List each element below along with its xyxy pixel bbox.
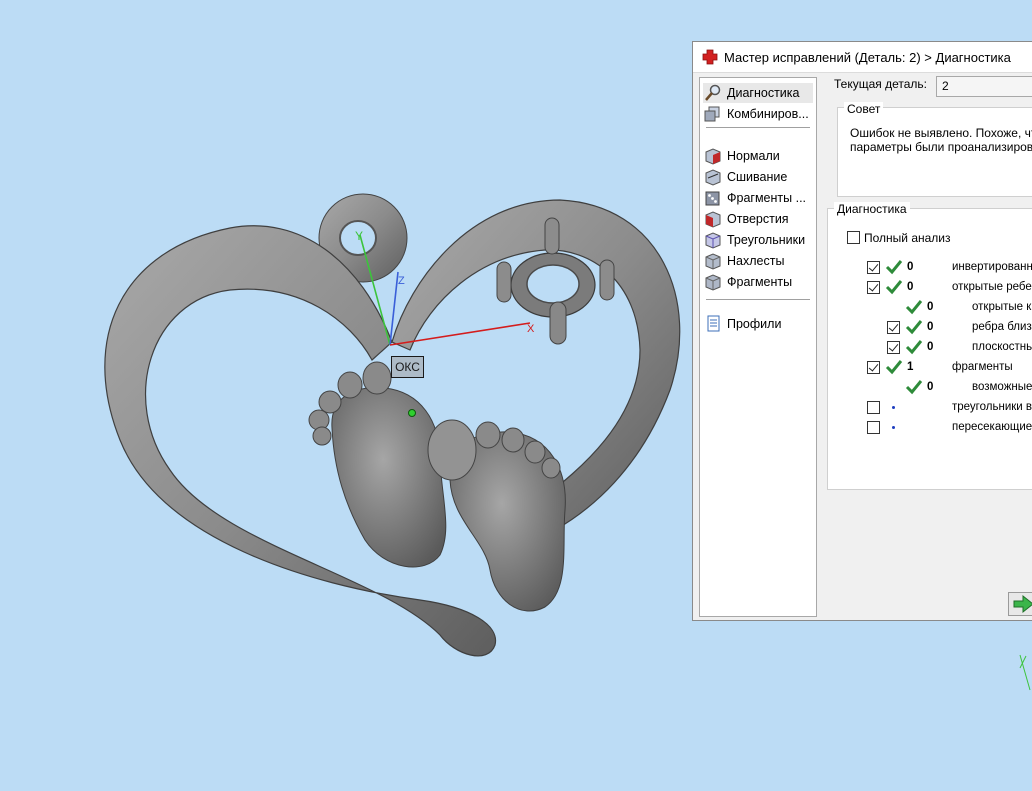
diag-row-checkbox[interactable] xyxy=(867,401,880,414)
advice-text-line1: Ошибок не выявлено. Похоже, чт xyxy=(850,126,1032,140)
dialog-titlebar[interactable]: Мастер исправлений (Деталь: 2) > Диагнос… xyxy=(693,42,1032,73)
green-arrow-icon xyxy=(1013,594,1032,614)
next-button[interactable] xyxy=(1008,592,1032,616)
diag-row-checkbox[interactable] xyxy=(867,281,880,294)
selection-point xyxy=(408,409,416,417)
fix-wizard-dialog: Мастер исправлений (Деталь: 2) > Диагнос… xyxy=(692,41,1032,621)
nav-separator xyxy=(706,299,810,300)
dice-icon xyxy=(705,191,720,206)
x-axis-label: X xyxy=(527,323,535,335)
wizard-nav: Диагностика Комбиниров... Нормали Сшиван… xyxy=(699,77,817,617)
diag-row-label: треугольники в xyxy=(952,401,1032,413)
nav-item-label: Сшивание xyxy=(727,170,788,184)
red-cross-icon xyxy=(702,49,718,65)
nav-item-stitching[interactable]: Сшивание xyxy=(703,167,813,187)
nav-item-shells[interactable]: Фрагменты xyxy=(703,272,813,292)
nav-item-label: Фрагменты xyxy=(727,275,793,289)
diag-row-count: 1 xyxy=(907,361,914,373)
current-part-label: Текущая деталь: xyxy=(834,77,927,91)
nav-item-label: Фрагменты ... xyxy=(727,191,807,205)
nav-item-label: Профили xyxy=(727,317,782,331)
pending-dot-icon xyxy=(892,406,895,409)
green-check-icon xyxy=(905,380,923,395)
cubes-icon xyxy=(704,106,720,122)
triangles-cube-icon xyxy=(705,232,721,249)
z-axis-label: Z xyxy=(398,275,405,287)
holes-cube-icon xyxy=(705,211,721,228)
diag-row-label: ребра близ xyxy=(972,321,1032,333)
nav-item-combine[interactable]: Комбиниров... xyxy=(703,104,813,124)
nav-item-profiles[interactable]: Профили xyxy=(703,314,813,334)
green-check-icon xyxy=(885,280,903,295)
diag-row-checkbox[interactable] xyxy=(887,341,900,354)
nav-item-label: Комбиниров... xyxy=(727,107,809,121)
full-analysis-label: Полный анализ xyxy=(864,231,951,245)
pending-dot-icon xyxy=(892,426,895,429)
full-analysis-checkbox[interactable] xyxy=(847,231,860,244)
nav-item-diagnostics[interactable]: Диагностика xyxy=(703,83,813,103)
nav-item-holes[interactable]: Отверстия xyxy=(703,209,813,229)
diag-row-checkbox[interactable] xyxy=(867,361,880,374)
advice-text-line2: параметры были проанализирова xyxy=(850,140,1032,154)
green-check-icon xyxy=(885,360,903,375)
dialog-title: Мастер исправлений (Деталь: 2) > Диагнос… xyxy=(724,49,1011,65)
diag-row-label: открытые ребе xyxy=(952,281,1032,293)
diag-row-checkbox[interactable] xyxy=(887,321,900,334)
diag-row-label: пересекающие xyxy=(952,421,1032,433)
diag-row-count: 0 xyxy=(907,281,914,293)
nav-item-label: Диагностика xyxy=(727,86,800,100)
nav-item-label: Треугольники xyxy=(727,233,806,247)
green-check-icon xyxy=(885,260,903,275)
diag-row-label: открытые к xyxy=(972,301,1032,313)
shells-cube-icon xyxy=(705,274,721,291)
nav-item-label: Нахлесты xyxy=(727,254,785,268)
nav-item-label: Отверстия xyxy=(727,212,789,226)
nav-separator xyxy=(706,127,810,128)
normals-cube-icon xyxy=(705,148,721,165)
diag-row-count: 0 xyxy=(927,381,934,393)
nav-item-triangles[interactable]: Треугольники xyxy=(703,230,813,250)
green-check-icon xyxy=(905,300,923,315)
advice-group: Совет Ошибок не выявлено. Похоже, чт пар… xyxy=(837,102,1032,197)
origin-coordinate-system-label[interactable]: ОКС xyxy=(391,356,424,378)
document-icon xyxy=(707,315,720,332)
diagnostics-caption: Диагностика xyxy=(834,202,910,216)
stitch-cube-icon xyxy=(705,169,721,186)
overlap-cube-icon xyxy=(705,253,721,270)
diag-row-checkbox[interactable] xyxy=(867,421,880,434)
diag-row-count: 0 xyxy=(927,301,934,313)
nav-item-normals[interactable]: Нормали xyxy=(703,146,813,166)
diag-row-label: инвертированн xyxy=(952,261,1032,273)
diag-row-label: фрагменты xyxy=(952,361,1013,373)
current-part-field[interactable]: 2 xyxy=(936,76,1032,97)
diag-row-checkbox[interactable] xyxy=(867,261,880,274)
diag-row-count: 0 xyxy=(927,321,934,333)
diag-row-count: 0 xyxy=(927,341,934,353)
nav-item-label: Нормали xyxy=(727,149,780,163)
green-check-icon xyxy=(905,320,923,335)
diag-row-label: плоскостнь xyxy=(972,341,1032,353)
green-check-icon xyxy=(905,340,923,355)
nav-item-overlaps[interactable]: Нахлесты xyxy=(703,251,813,271)
magnifier-icon xyxy=(705,84,721,101)
nav-item-fragments-dots[interactable]: Фрагменты ... xyxy=(703,188,813,208)
y-axis-label: Y xyxy=(355,229,363,243)
diag-row-count: 0 xyxy=(907,261,914,273)
diag-row-label: возможные xyxy=(972,381,1032,393)
diagnostics-group: Диагностика Полный анализ 0 инвертирован… xyxy=(827,202,1032,490)
advice-caption: Совет xyxy=(844,102,884,116)
